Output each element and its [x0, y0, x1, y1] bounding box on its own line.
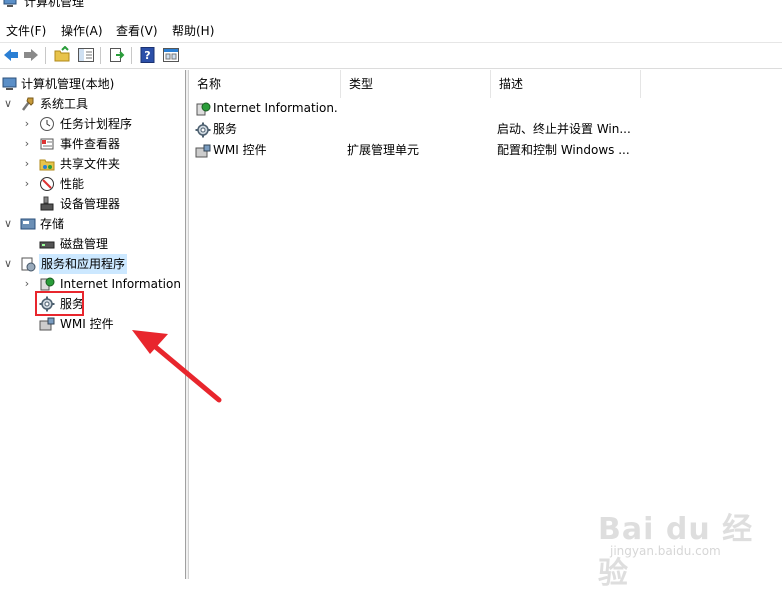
- list-row[interactable]: Internet Information...: [189, 98, 782, 119]
- title-bar: 计算机管理: [0, 0, 782, 14]
- gear-icon: [195, 122, 211, 138]
- console-tree: 计算机管理(本地) ∨ 系统工具 › 任务计划程序 › 事件查看器 › 共享文件…: [0, 70, 185, 579]
- cell-name: WMI 控件: [213, 143, 267, 157]
- tree-item-label: 存储: [40, 217, 65, 231]
- tools-icon: [22, 97, 34, 111]
- clock-icon: [40, 117, 54, 131]
- tree-item-label: 磁盘管理: [60, 237, 109, 251]
- chevron-right-icon[interactable]: ›: [22, 274, 32, 294]
- tree-item-wmi-control[interactable]: WMI 控件: [0, 314, 185, 334]
- tree-item-label: 事件查看器: [60, 137, 121, 151]
- window-title: 计算机管理: [24, 0, 85, 9]
- menu-view[interactable]: 查看(V): [116, 23, 158, 39]
- tree-item-label: 共享文件夹: [60, 157, 121, 171]
- tree-item-disk-management[interactable]: 磁盘管理: [0, 234, 185, 254]
- column-header-type[interactable]: 类型: [341, 70, 491, 98]
- up-folder-icon[interactable]: [53, 46, 71, 64]
- toolbar-separator: [100, 47, 101, 64]
- tree-item-label: 任务计划程序: [60, 117, 133, 131]
- tree-item-services-and-apps[interactable]: ∨ 服务和应用程序: [0, 254, 185, 274]
- tree-item-label: 设备管理器: [60, 197, 121, 211]
- tree-item-label: 性能: [60, 177, 85, 191]
- event-viewer-icon: [40, 138, 54, 150]
- cell-name: Internet Information...: [213, 101, 339, 115]
- tree-item-storage[interactable]: ∨ 存储: [0, 214, 185, 234]
- chevron-right-icon[interactable]: ›: [22, 114, 32, 134]
- tree-item-label: 服务和应用程序: [39, 254, 128, 274]
- menu-bar: 文件(F) 操作(A) 查看(V) 帮助(H): [0, 20, 782, 42]
- cell-description: 启动、终止并设置 Win...: [497, 122, 631, 136]
- tree-item-device-manager[interactable]: 设备管理器: [0, 194, 185, 214]
- performance-icon: [40, 177, 54, 191]
- baidu-jingyan-watermark: Bai du 经验 jingyan.baidu.com: [588, 498, 758, 591]
- services-apps-icon: [21, 257, 36, 272]
- menu-file[interactable]: 文件(F): [6, 23, 46, 39]
- toolbar: ?: [0, 42, 782, 69]
- watermark-url: jingyan.baidu.com: [610, 544, 721, 558]
- column-header-description[interactable]: 描述: [491, 70, 641, 98]
- properties-icon[interactable]: [162, 46, 180, 64]
- tree-item-system-tools[interactable]: ∨ 系统工具: [0, 94, 185, 114]
- tree-item-label: 系统工具: [40, 97, 89, 111]
- tree-item-shared-folders[interactable]: › 共享文件夹: [0, 154, 185, 174]
- annotation-highlight-box: [35, 291, 84, 316]
- tree-item-event-viewer[interactable]: › 事件查看器: [0, 134, 185, 154]
- chevron-down-icon[interactable]: ∨: [3, 254, 13, 274]
- computer-management-icon: [3, 0, 17, 7]
- chevron-down-icon[interactable]: ∨: [3, 214, 13, 234]
- list-row[interactable]: WMI 控件 扩展管理单元 配置和控制 Windows ...: [189, 140, 782, 161]
- tree-item-services[interactable]: 服务: [0, 294, 185, 314]
- iis-icon: [40, 277, 55, 291]
- svg-text:?: ?: [144, 49, 150, 62]
- column-header-name[interactable]: 名称: [189, 70, 341, 98]
- tree-item-task-scheduler[interactable]: › 任务计划程序: [0, 114, 185, 134]
- chevron-right-icon[interactable]: ›: [22, 174, 32, 194]
- tree-root-label: 计算机管理(本地): [21, 77, 115, 91]
- wmi-icon: [39, 317, 55, 331]
- show-tree-icon[interactable]: [77, 46, 95, 64]
- cell-type: 扩展管理单元: [347, 143, 420, 157]
- forward-icon[interactable]: [22, 46, 40, 64]
- tree-item-iis[interactable]: › Internet Information S: [0, 274, 185, 294]
- tree-item-label: WMI 控件: [60, 317, 114, 331]
- computer-management-icon: [2, 77, 17, 90]
- cell-description: 配置和控制 Windows ...: [497, 143, 630, 157]
- chevron-down-icon[interactable]: ∨: [3, 94, 13, 114]
- list-row[interactable]: 服务 启动、终止并设置 Win...: [189, 119, 782, 140]
- cell-name: 服务: [213, 122, 238, 136]
- menu-help[interactable]: 帮助(H): [172, 23, 214, 39]
- export-icon[interactable]: [108, 46, 126, 64]
- toolbar-separator: [131, 47, 132, 64]
- storage-icon: [20, 218, 36, 230]
- tree-item-performance[interactable]: › 性能: [0, 174, 185, 194]
- tree-root[interactable]: 计算机管理(本地): [0, 74, 185, 94]
- help-icon[interactable]: ?: [139, 46, 157, 64]
- device-manager-icon: [40, 196, 54, 211]
- wmi-icon: [195, 144, 211, 158]
- shared-folder-icon: [39, 159, 55, 171]
- back-icon[interactable]: [2, 46, 20, 64]
- toolbar-separator: [45, 47, 46, 64]
- chevron-right-icon[interactable]: ›: [22, 154, 32, 174]
- chevron-right-icon[interactable]: ›: [22, 134, 32, 154]
- disk-icon: [39, 241, 55, 249]
- menu-action[interactable]: 操作(A): [61, 23, 103, 39]
- iis-icon: [196, 102, 211, 116]
